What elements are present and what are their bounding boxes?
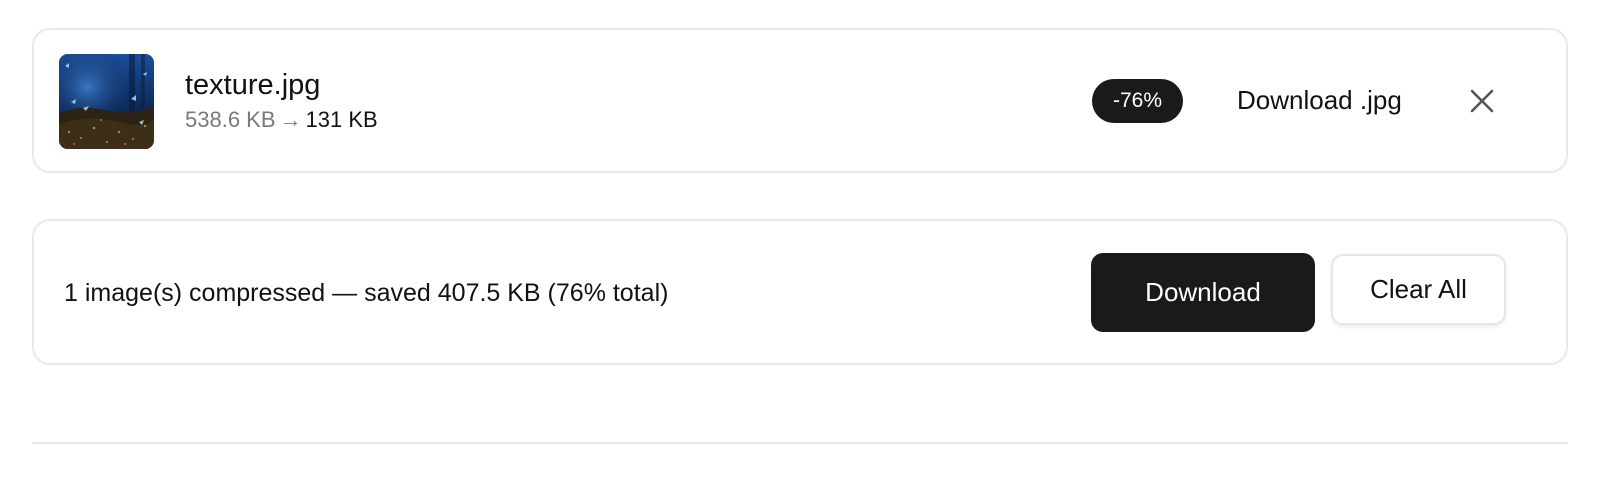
original-size: 538.6 KB (185, 107, 276, 132)
divider (32, 442, 1568, 444)
download-all-button[interactable]: Download (1091, 253, 1315, 332)
thumbnail-image-icon (59, 54, 154, 149)
compressed-size: 131 KB (305, 107, 378, 132)
remove-file-button[interactable] (1467, 86, 1497, 116)
image-thumbnail (59, 54, 154, 149)
reduction-badge: -76% (1092, 79, 1183, 123)
summary-text: 1 image(s) compressed — saved 407.5 KB (… (64, 279, 669, 307)
download-file-link[interactable]: Download .jpg (1237, 83, 1402, 117)
clear-all-button[interactable]: Clear All (1331, 254, 1506, 325)
file-row-card: texture.jpg 538.6 KB → 131 KB -76% Downloa… (32, 28, 1568, 173)
file-name: texture.jpg (185, 69, 321, 101)
arrow-right-icon: → (279, 107, 302, 132)
file-size-info: 538.6 KB → 131 KB (185, 106, 378, 134)
close-icon (1470, 89, 1494, 113)
summary-card: 1 image(s) compressed — saved 407.5 KB (… (32, 219, 1568, 365)
